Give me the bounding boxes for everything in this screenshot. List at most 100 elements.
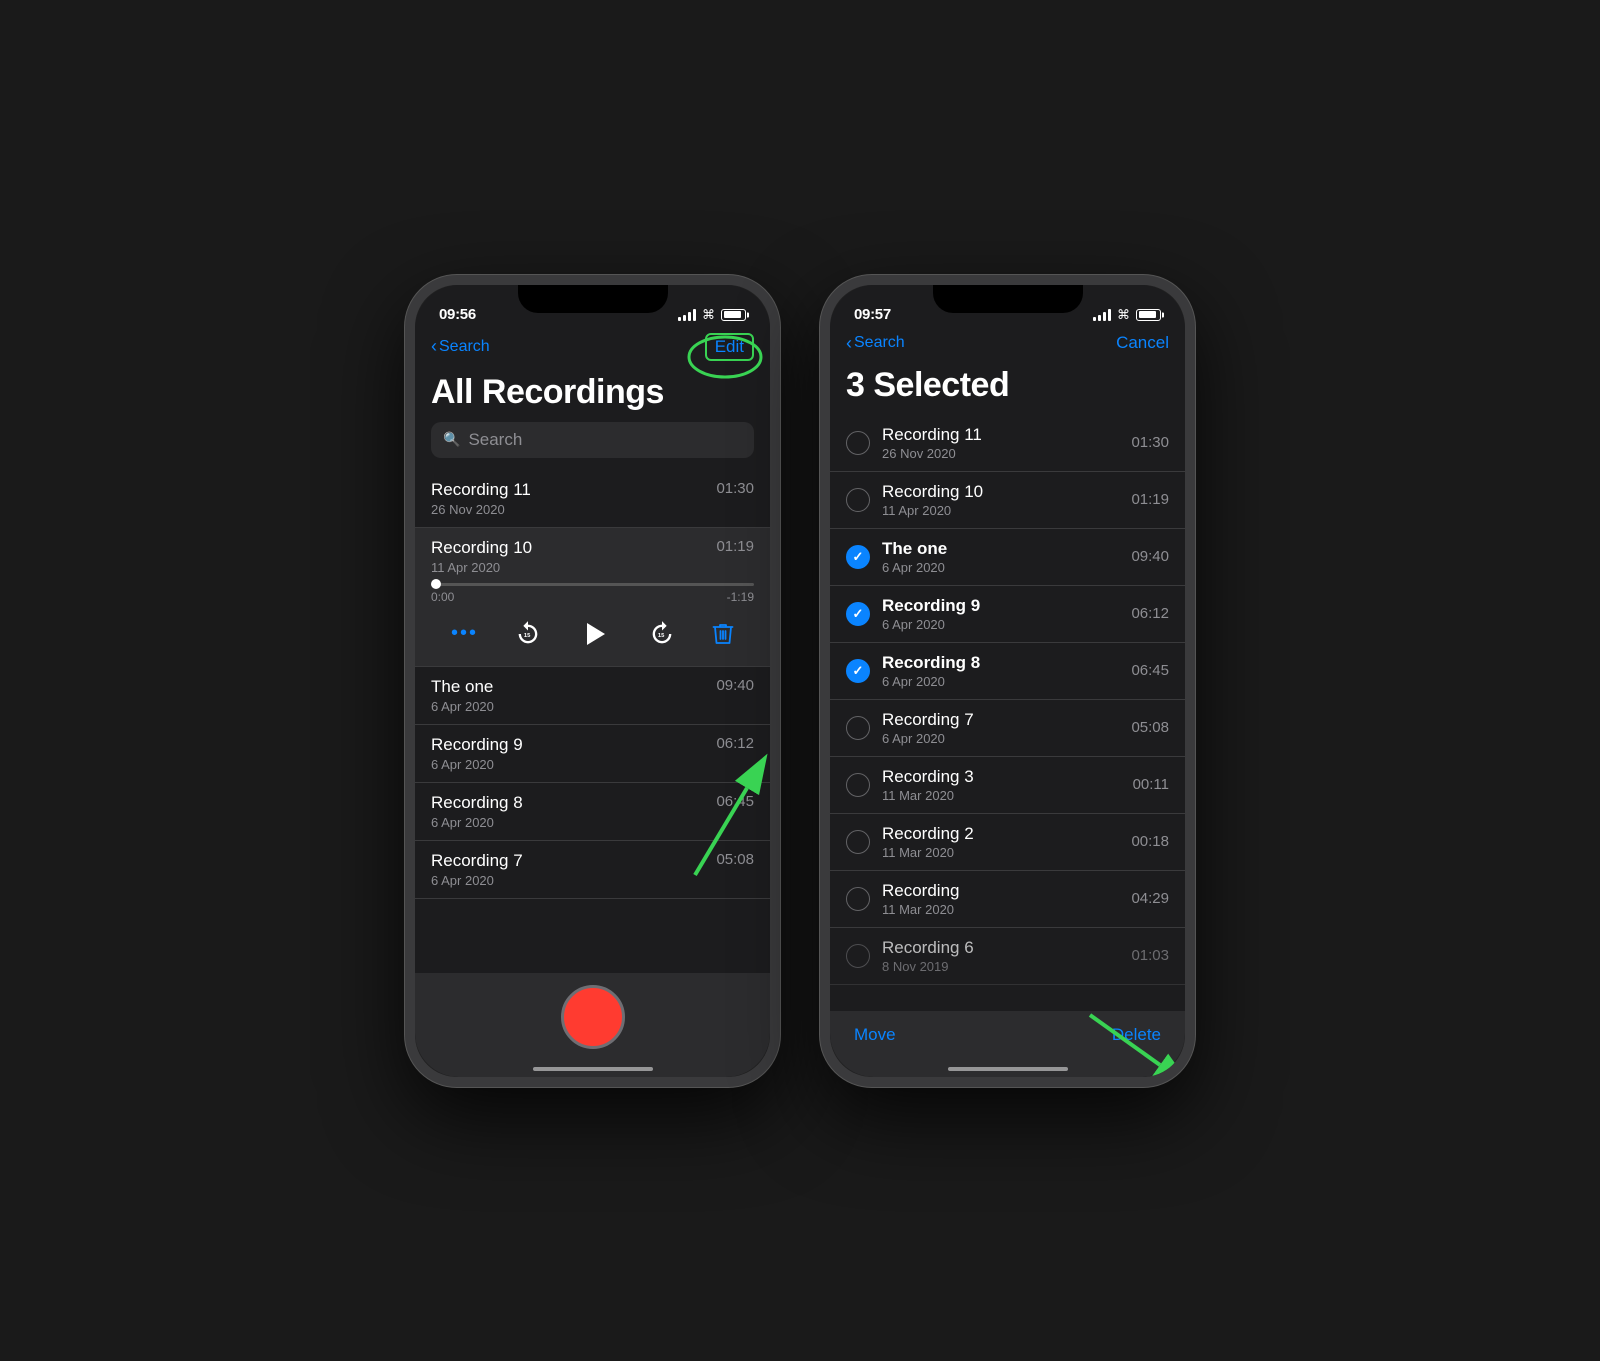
sel-circle-8[interactable]: ✓: [846, 659, 870, 683]
recordings-list: Recording 11 26 Nov 2020 01:30 Recording…: [415, 470, 770, 973]
recording-item-11[interactable]: Recording 11 26 Nov 2020 01:30: [415, 470, 770, 528]
sel-duration: 01:30: [1131, 434, 1169, 451]
recording-date: 11 Apr 2020: [431, 560, 532, 575]
sel-item-6[interactable]: Recording 6 8 Nov 2019 01:03: [830, 928, 1185, 985]
recording-item-9[interactable]: Recording 9 6 Apr 2020 06:12: [415, 725, 770, 783]
back-label-1: Search: [439, 338, 490, 356]
sel-date: 8 Nov 2019: [882, 959, 1131, 974]
sel-item-7[interactable]: Recording 7 6 Apr 2020 05:08: [830, 700, 1185, 757]
selection-list: Recording 11 26 Nov 2020 01:30 Recording…: [830, 415, 1185, 1011]
recording-duration: 09:40: [716, 677, 754, 694]
recording-item-10[interactable]: Recording 10 11 Apr 2020 01:19 0:00 -1:1…: [415, 528, 770, 667]
recording-name: The one: [431, 677, 494, 697]
recording-item-8[interactable]: Recording 8 6 Apr 2020 06:45: [415, 783, 770, 841]
sel-item-3[interactable]: Recording 3 11 Mar 2020 00:11: [830, 757, 1185, 814]
back-button-2[interactable]: ‹ Search: [846, 333, 905, 354]
delete-button[interactable]: [712, 622, 734, 646]
sel-duration: 06:45: [1131, 662, 1169, 679]
recording-item-7[interactable]: Recording 7 6 Apr 2020 05:08: [415, 841, 770, 899]
notch: [518, 285, 668, 313]
recording-date: 6 Apr 2020: [431, 873, 523, 888]
sel-date: 11 Mar 2020: [882, 902, 1131, 917]
back-button-1[interactable]: ‹ Search: [431, 336, 490, 357]
record-button[interactable]: [561, 985, 625, 1049]
nav-bar-1: ‹ Search Edit: [415, 329, 770, 369]
progress-bar[interactable]: [431, 583, 754, 586]
play-button[interactable]: [577, 616, 613, 652]
sel-item-11[interactable]: Recording 11 26 Nov 2020 01:30: [830, 415, 1185, 472]
recording-duration: 06:45: [716, 793, 754, 810]
recording-duration: 05:08: [716, 851, 754, 868]
sel-item-recording[interactable]: Recording 11 Mar 2020 04:29: [830, 871, 1185, 928]
recording-name: Recording 8: [431, 793, 523, 813]
status-icons-1: ⌘: [678, 307, 746, 323]
player-controls: 0:00 -1:19 ••• 15: [431, 575, 754, 656]
recording-name: Recording 7: [431, 851, 523, 871]
wifi-icon-2: ⌘: [1117, 307, 1130, 323]
phone-2: 09:57 ⌘ ‹ Se: [820, 275, 1195, 1087]
sel-date: 6 Apr 2020: [882, 560, 1131, 575]
search-placeholder: Search: [468, 430, 522, 450]
recording-date: 26 Nov 2020: [431, 502, 531, 517]
sel-name: The one: [882, 539, 1131, 559]
sel-duration: 05:08: [1131, 719, 1169, 736]
progress-dot: [431, 579, 441, 589]
sel-circle-9[interactable]: ✓: [846, 602, 870, 626]
svg-text:15: 15: [523, 632, 530, 638]
sel-circle-2[interactable]: [846, 830, 870, 854]
status-time-1: 09:56: [439, 306, 476, 323]
search-icon: 🔍: [443, 431, 460, 448]
recording-name: Recording 11: [431, 480, 531, 500]
sel-date: 6 Apr 2020: [882, 731, 1131, 746]
home-indicator-2: [948, 1067, 1068, 1071]
page-title-2: 3 Selected: [830, 362, 1185, 415]
sel-circle-the-one[interactable]: ✓: [846, 545, 870, 569]
sel-circle-recording[interactable]: [846, 887, 870, 911]
recording-item-the-one[interactable]: The one 6 Apr 2020 09:40: [415, 667, 770, 725]
sel-duration: 06:12: [1131, 605, 1169, 622]
sel-name: Recording 6: [882, 938, 1131, 958]
sel-item-9[interactable]: ✓ Recording 9 6 Apr 2020 06:12: [830, 586, 1185, 643]
checkmark-icon: ✓: [853, 606, 864, 622]
signal-icon: [678, 309, 696, 321]
sel-date: 26 Nov 2020: [882, 446, 1131, 461]
sel-item-8[interactable]: ✓ Recording 8 6 Apr 2020 06:45: [830, 643, 1185, 700]
sel-circle-7[interactable]: [846, 716, 870, 740]
battery-icon-2: [1136, 309, 1161, 321]
signal-icon-2: [1093, 309, 1111, 321]
move-button[interactable]: Move: [854, 1025, 896, 1045]
time-row: 0:00 -1:19: [431, 590, 754, 604]
notch-2: [933, 285, 1083, 313]
page-title-1: All Recordings: [415, 369, 770, 422]
sel-date: 11 Mar 2020: [882, 845, 1131, 860]
current-time: 0:00: [431, 590, 454, 604]
cancel-button[interactable]: Cancel: [1116, 333, 1169, 353]
recording-duration: 01:19: [716, 538, 754, 555]
sel-item-2[interactable]: Recording 2 11 Mar 2020 00:18: [830, 814, 1185, 871]
recording-date: 6 Apr 2020: [431, 757, 523, 772]
status-icons-2: ⌘: [1093, 307, 1161, 323]
edit-button[interactable]: Edit: [705, 333, 754, 361]
sel-name: Recording 3: [882, 767, 1133, 787]
sel-name: Recording 9: [882, 596, 1131, 616]
chevron-left-icon-2: ‹: [846, 333, 852, 354]
sel-circle-3[interactable]: [846, 773, 870, 797]
remaining-time: -1:19: [727, 590, 754, 604]
recording-name: Recording 9: [431, 735, 523, 755]
sel-name: Recording 11: [882, 425, 1131, 445]
status-time-2: 09:57: [854, 306, 891, 323]
more-options-button[interactable]: •••: [451, 622, 478, 645]
rewind-15-button[interactable]: 15: [514, 620, 542, 648]
controls-row: ••• 15: [431, 616, 754, 652]
sel-duration: 09:40: [1131, 548, 1169, 565]
sel-item-the-one[interactable]: ✓ The one 6 Apr 2020 09:40: [830, 529, 1185, 586]
delete-button-2[interactable]: Delete: [1112, 1025, 1161, 1045]
forward-15-button[interactable]: 15: [648, 620, 676, 648]
sel-circle-11[interactable]: [846, 431, 870, 455]
sel-circle-10[interactable]: [846, 488, 870, 512]
sel-item-10[interactable]: Recording 10 11 Apr 2020 01:19: [830, 472, 1185, 529]
search-bar[interactable]: 🔍 Search: [431, 422, 754, 458]
sel-circle-6[interactable]: [846, 944, 870, 968]
sel-duration: 01:19: [1131, 491, 1169, 508]
sel-duration: 04:29: [1131, 890, 1169, 907]
